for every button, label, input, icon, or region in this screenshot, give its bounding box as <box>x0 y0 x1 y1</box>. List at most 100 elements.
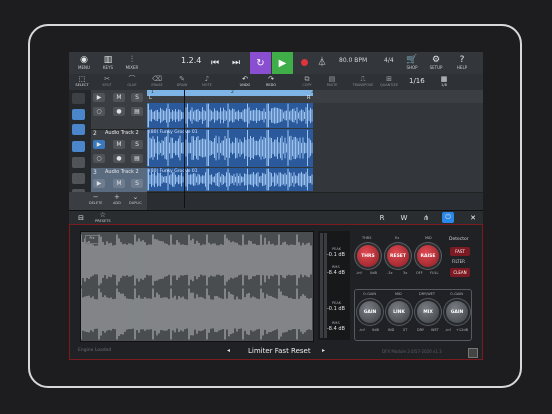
grid-button[interactable]: ▦ 1/8 <box>437 75 451 89</box>
loop-mode-button[interactable]: ○ <box>93 107 105 116</box>
fast-button[interactable]: FAST <box>450 247 470 256</box>
tool-split[interactable]: ✂ SPLIT <box>99 75 115 89</box>
track-lane-3[interactable]: (80) Funky Groove 01 <box>147 168 483 193</box>
prev-preset-button[interactable]: ◂ <box>227 347 230 354</box>
reset-knob[interactable]: RESET <box>387 245 409 267</box>
routing-tab[interactable]: ⋔ <box>420 212 432 223</box>
delete-track-button[interactable]: − DELETE <box>89 193 102 205</box>
record-arm-button[interactable]: ● <box>113 154 125 163</box>
tool-undo[interactable]: ↶ UNDO <box>237 75 253 89</box>
output-gain-knob[interactable]: GAIN <box>446 301 468 323</box>
shop-button[interactable]: 🛒 SHOP <box>403 52 421 74</box>
audio-clip[interactable]: (80) Funky Groove 01 <box>147 129 313 167</box>
bpm-display[interactable]: 80.0 BPM <box>339 57 367 64</box>
threshold-knob[interactable]: THRS <box>357 245 379 267</box>
audio-clip[interactable]: (80) Funky Groove 01 <box>147 168 313 191</box>
tool-quantize[interactable]: ⊞ QUANTIZE <box>379 75 399 89</box>
timeline-ruler[interactable]: L R 1 2 3 <box>147 90 483 104</box>
loop-start-marker[interactable]: L <box>149 95 152 101</box>
mix-knob[interactable]: MIX <box>417 301 439 323</box>
record-button[interactable] <box>301 59 308 66</box>
engine-status: Engine Loaded <box>78 348 112 353</box>
delete-label: DELETE <box>89 201 103 205</box>
tool-note[interactable]: ♪ NOTE <box>199 75 215 89</box>
play-mode-button[interactable]: ▶ <box>93 179 105 188</box>
mute-button[interactable]: M <box>113 140 125 149</box>
select-icon: ⬚ <box>78 75 86 83</box>
power-icon: ⏻ <box>445 213 451 221</box>
tool-copy[interactable]: ⧉ COPY <box>299 75 315 89</box>
solo-button[interactable]: S <box>131 179 143 188</box>
preset-name[interactable]: Limiter Fast Reset <box>248 347 311 355</box>
tool-glue[interactable]: ⌒ GLUE <box>124 75 140 89</box>
forward-button[interactable]: ⏭ <box>231 52 241 74</box>
play-mode-button[interactable]: ▶ <box>93 140 105 149</box>
routing-button[interactable] <box>72 157 85 168</box>
record-fx-tab[interactable]: R <box>376 212 388 223</box>
add-track-button[interactable]: + ADD <box>113 193 121 205</box>
sampler-button[interactable] <box>72 124 85 135</box>
loop-region[interactable] <box>147 90 313 96</box>
solo-button[interactable]: S <box>131 140 143 149</box>
clean-button[interactable]: CLEAN <box>450 268 470 277</box>
next-preset-button[interactable]: ▸ <box>322 347 325 354</box>
track-2[interactable]: 2 Audio Track 2 ▶ M S ○ ● ▤ <box>91 129 147 169</box>
track-3[interactable]: 3 Audio Track 2 ▶ M S <box>91 168 147 193</box>
loop-browser-button[interactable] <box>72 141 85 152</box>
tool-erase[interactable]: ⌫ ERASE <box>149 75 165 89</box>
freeze-button[interactable]: Frz <box>85 235 99 244</box>
help-button[interactable]: ? HELP <box>453 52 471 74</box>
tool-redo[interactable]: ↷ REDO <box>263 75 279 89</box>
play-button[interactable]: ▶ <box>272 52 293 74</box>
raise-knob[interactable]: RAISE <box>417 245 439 267</box>
mute-button[interactable]: M <box>113 179 125 188</box>
plus-track-button[interactable] <box>72 93 85 104</box>
power-button[interactable]: ⏻ <box>442 212 454 223</box>
add-label: ADD <box>113 201 121 205</box>
plugin-settings-button[interactable] <box>468 348 478 358</box>
plugin-version: DFX Module 2.0/57-2020 v1.3 <box>382 349 442 354</box>
knob-title: DRY/WET <box>419 292 436 296</box>
lock-button[interactable]: ▤ <box>131 154 143 163</box>
duplicate-track-button[interactable]: ⌄ DUPLIC <box>129 193 142 205</box>
menu-button[interactable]: ◉ MENU <box>75 52 93 74</box>
tool-select[interactable]: ⬚ SELECT <box>74 75 90 89</box>
loop-button[interactable]: ↻ <box>250 52 271 74</box>
loop-mode-button[interactable]: ○ <box>93 154 105 163</box>
close-plugin-button[interactable]: ✕ <box>467 212 479 223</box>
tool-draw[interactable]: ✎ DRAW <box>174 75 190 89</box>
loop-end-marker[interactable]: R <box>307 95 310 101</box>
record-arm-button[interactable]: ● <box>113 107 125 116</box>
playhead[interactable] <box>184 90 185 208</box>
metronome-button[interactable]: ⏃ <box>317 52 327 74</box>
track-1[interactable]: ▶ M S ○ ● ▤ <box>91 90 147 130</box>
time-signature[interactable]: 4/4 <box>384 57 394 64</box>
mute-button[interactable]: M <box>113 93 125 102</box>
automation-button[interactable] <box>72 173 85 184</box>
tool-label: UNDO <box>239 83 251 87</box>
mixer-button[interactable]: ⫶ MIXER <box>123 52 141 74</box>
gain-knob[interactable]: GAIN <box>359 301 381 323</box>
rewind-button[interactable]: ⏮ <box>210 52 220 74</box>
instrument-button[interactable] <box>72 109 85 120</box>
play-mode-button[interactable]: ▶ <box>93 93 105 102</box>
track-lane-2[interactable]: (80) Funky Groove 01 <box>147 129 483 169</box>
solo-button[interactable]: S <box>131 93 143 102</box>
eq-tab[interactable]: ⊟ <box>75 212 87 223</box>
audio-clip[interactable] <box>146 103 313 128</box>
keys-button[interactable]: ▥ KEYS <box>99 52 117 74</box>
track-lane-1[interactable] <box>146 103 483 130</box>
paste-icon: ▤ <box>328 75 336 83</box>
tool-paste[interactable]: ▤ PASTE <box>324 75 340 89</box>
write-fx-tab[interactable]: W <box>398 212 410 223</box>
lock-button[interactable]: ▤ <box>131 107 143 116</box>
limiter-plugin: Frz PEAK -0.1 dB RMS -8.4 dB PEAK -0.1 d… <box>69 224 483 360</box>
setup-button[interactable]: ⚙ SETUP <box>427 52 445 74</box>
presets-tab[interactable]: ☆ PRESETS <box>95 211 111 223</box>
knob-label: GAIN <box>450 309 464 315</box>
preset-bar: Engine Loaded ◂ Limiter Fast Reset ▸ DFX… <box>70 345 483 360</box>
page-indicator[interactable]: 1/16 <box>409 77 425 85</box>
tool-transpose[interactable]: ⎍ TRANSPOSE <box>353 75 374 89</box>
link-knob[interactable]: LINK <box>388 301 410 323</box>
help-icon: ? <box>459 55 465 65</box>
